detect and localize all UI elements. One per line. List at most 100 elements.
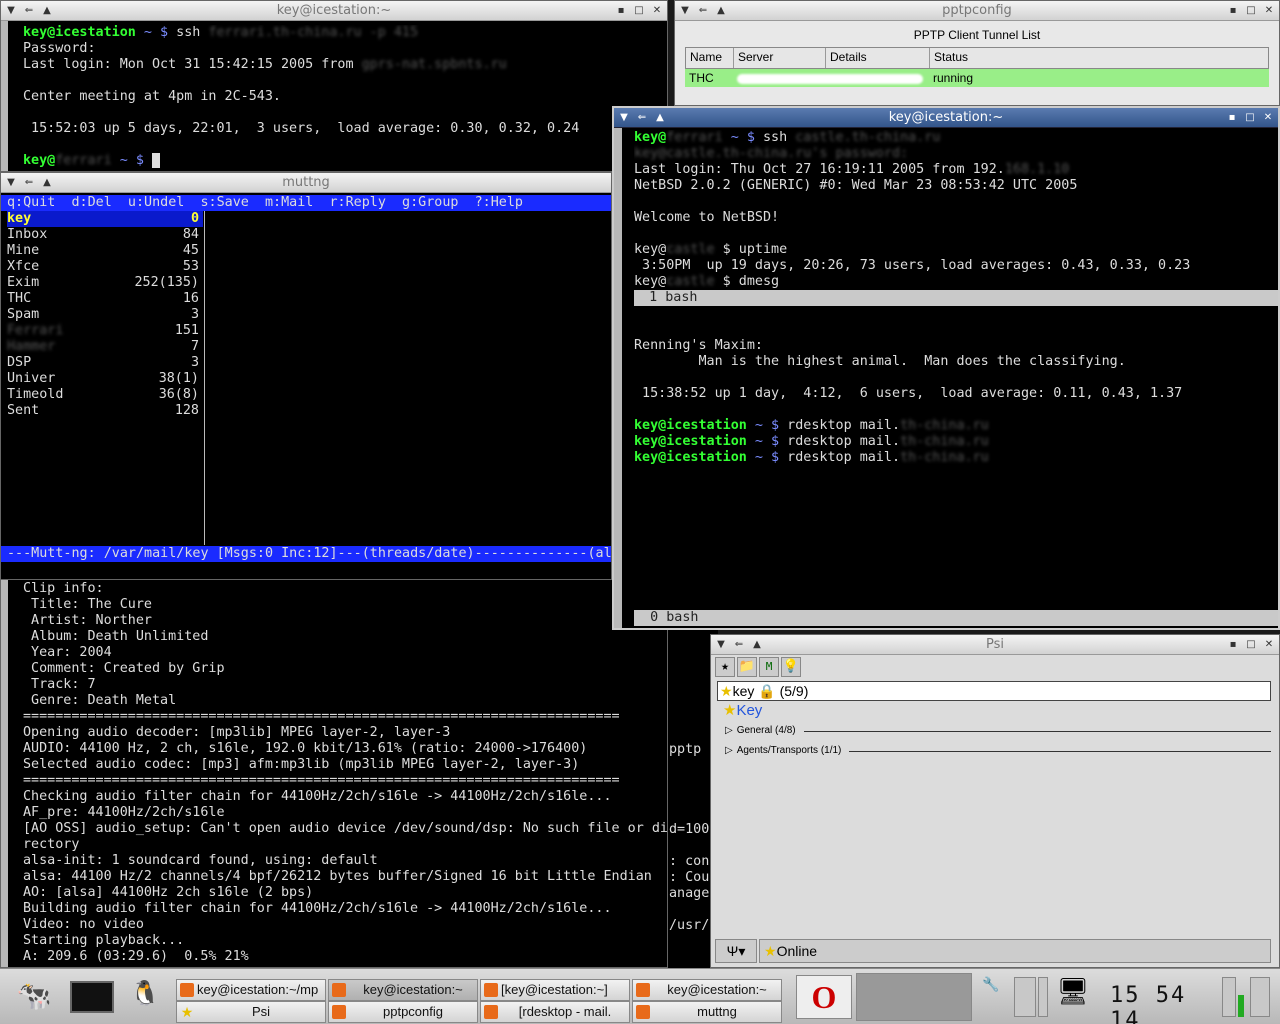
- shade-icon[interactable]: ▲: [749, 637, 765, 652]
- scrollbar[interactable]: [1, 21, 8, 171]
- maximize-icon[interactable]: □: [1243, 3, 1259, 18]
- folder-item[interactable]: Hammer 7: [7, 339, 203, 355]
- close-icon[interactable]: ✕: [1260, 110, 1276, 125]
- terminal-output[interactable]: Clip info: Title: The Cure Artist: North…: [23, 581, 667, 967]
- group-agents[interactable]: ▷ Agents/Transports (1/1): [717, 741, 1271, 761]
- taskbar-label: key@icestation:~/mp: [197, 982, 319, 997]
- folder-item[interactable]: Spam 3: [7, 307, 203, 323]
- folder-item[interactable]: Mine 45: [7, 243, 203, 259]
- settings-icon[interactable]: 🔧: [980, 977, 1002, 1017]
- taskbar-button[interactable]: key@icestation:~: [328, 979, 478, 1001]
- contact-row[interactable]: ★Key: [717, 701, 1271, 721]
- close-icon[interactable]: ✕: [1261, 637, 1277, 652]
- group-general[interactable]: ▷ General (4/8): [717, 721, 1271, 741]
- minimize-icon[interactable]: ▪: [1225, 637, 1241, 652]
- shade-icon[interactable]: ▲: [713, 3, 729, 18]
- folder-name: DSP: [7, 355, 32, 370]
- tips-icon[interactable]: 💡: [781, 657, 801, 677]
- taskbar-button[interactable]: key@icestation:~/mp: [176, 979, 326, 1001]
- folder-item[interactable]: Inbox 84: [7, 227, 203, 243]
- col-details[interactable]: Details: [826, 48, 930, 68]
- close-icon[interactable]: ✕: [1261, 3, 1277, 18]
- account-row[interactable]: ★key 🔒 (5/9): [717, 681, 1271, 701]
- options-icon[interactable]: ★: [715, 657, 735, 677]
- show-desktop-icon[interactable]: [70, 981, 114, 1013]
- pptpconfig-window[interactable]: ▼ ⇐ ▲ pptpconfig ▪ □ ✕ PPTP Client Tunnel Li…: [674, 0, 1280, 106]
- window-menu-icon[interactable]: ▼: [3, 3, 19, 18]
- terminal-output[interactable]: key@icestation ~ $ ssh ferrari.th-china.…: [23, 25, 667, 171]
- taskbar-button[interactable]: key@icestation:~: [632, 979, 782, 1001]
- close-icon[interactable]: ✕: [649, 3, 665, 18]
- window-menu-icon[interactable]: ▼: [677, 3, 693, 18]
- window-menu-icon[interactable]: ▼: [3, 175, 19, 190]
- mail-icon[interactable]: M: [759, 657, 779, 677]
- table-row[interactable]: THC running: [685, 69, 1269, 87]
- folder-item[interactable]: Sent 128: [7, 403, 203, 419]
- psi-window[interactable]: ▼ ⇐ ▲ Psi ▪ □ ✕ ★ 📁 M 💡 ★key 🔒 (5/9) ★Key ▷ G…: [710, 634, 1280, 968]
- titlebar[interactable]: ▼ ⇐ ▲ pptpconfig ▪ □ ✕: [675, 1, 1279, 21]
- muttng-window[interactable]: ▼ ⇐ ▲ muttng q:Quit d:Del u:Undel s:Save m…: [0, 172, 612, 580]
- titlebar[interactable]: ▼ ⇐ ▲ Psi ▪ □ ✕: [711, 635, 1279, 655]
- status-select[interactable]: ★Online: [759, 939, 1271, 963]
- pin-icon[interactable]: ⇐: [731, 637, 747, 652]
- terminal-window-ssh[interactable]: ▼ ⇐ ▲ key@icestation:~ ▪ □ ✕ key@icestation …: [0, 0, 668, 172]
- folder-item[interactable]: DSP 3: [7, 355, 203, 371]
- folder-item[interactable]: Ferrari 151: [7, 323, 203, 339]
- start-menu-icon[interactable]: 🐄: [14, 979, 54, 1015]
- network-icon[interactable]: 🖥: [1056, 977, 1090, 1017]
- menu-button[interactable]: Ψ▾: [715, 939, 757, 963]
- output-text: 15:38:52 up 1 day, 4:12, 6 users, load a…: [634, 386, 1183, 401]
- volume-meter: [1250, 977, 1270, 1017]
- shade-icon[interactable]: ▲: [39, 175, 55, 190]
- titlebar[interactable]: ▼ ⇐ ▲ muttng: [1, 173, 611, 193]
- taskbar-button[interactable]: pptpconfig: [328, 1001, 478, 1023]
- titlebar[interactable]: ▼ ⇐ ▲ key@icestation:~ ▪ □ ✕: [1, 1, 667, 21]
- shade-icon[interactable]: ▲: [39, 3, 55, 18]
- maximize-icon[interactable]: □: [1242, 110, 1258, 125]
- shade-icon[interactable]: ▲: [652, 110, 668, 125]
- command: rdesktop mail.: [779, 450, 901, 465]
- scrollbar[interactable]: [614, 128, 622, 628]
- folder-item[interactable]: Univer 38(1): [7, 371, 203, 387]
- roster[interactable]: ★key 🔒 (5/9) ★Key ▷ General (4/8) ▷ Agents…: [717, 681, 1271, 931]
- folder-item[interactable]: THC 16: [7, 291, 203, 307]
- window-menu-icon[interactable]: ▼: [616, 110, 632, 125]
- pin-icon[interactable]: ⇐: [634, 110, 650, 125]
- taskbar-button[interactable]: ★ Psi: [176, 1001, 326, 1023]
- scrollbar[interactable]: [1, 580, 8, 967]
- col-name[interactable]: Name: [686, 48, 734, 68]
- titlebar[interactable]: ▼ ⇐ ▲ key@icestation:~ ▪ □ ✕: [614, 108, 1278, 128]
- terminal-window-active[interactable]: ▼ ⇐ ▲ key@icestation:~ ▪ □ ✕ key@ferrari ~ $…: [612, 106, 1280, 630]
- minimize-icon[interactable]: ▪: [1225, 3, 1241, 18]
- terminal-line: Year: 2004: [23, 645, 667, 661]
- output-text: AO: [alsa] 44100Hz 2ch s16le (2 bps): [23, 885, 314, 900]
- pin-icon[interactable]: ⇐: [695, 3, 711, 18]
- minimize-icon[interactable]: ▪: [1224, 110, 1240, 125]
- opera-icon[interactable]: O: [796, 975, 852, 1019]
- maximize-icon[interactable]: □: [631, 3, 647, 18]
- add-contact-icon[interactable]: 📁: [737, 657, 757, 677]
- maximize-icon[interactable]: □: [1243, 637, 1259, 652]
- folder-item[interactable]: Xfce 53: [7, 259, 203, 275]
- taskbar-button[interactable]: [key@icestation:~]: [480, 979, 630, 1001]
- terminal-line: key@ferrari ~ $ ssh castle.th-china.ru: [634, 130, 1278, 146]
- pin-icon[interactable]: ⇐: [21, 3, 37, 18]
- prompt-user: key@: [634, 130, 667, 145]
- mplayer-terminal[interactable]: Clip info: Title: The Cure Artist: North…: [0, 580, 668, 968]
- window-menu-icon[interactable]: ▼: [713, 637, 729, 652]
- folder-item[interactable]: key 0: [7, 211, 203, 227]
- folder-item[interactable]: Timeold 36(8): [7, 387, 203, 403]
- folder-item[interactable]: Exim 252(135): [7, 275, 203, 291]
- taskbar-button[interactable]: [rdesktop - mail.: [480, 1001, 630, 1023]
- terminal-output[interactable]: key@ferrari ~ $ ssh castle.th-china.ru ke…: [634, 130, 1278, 628]
- pin-icon[interactable]: ⇐: [21, 175, 37, 190]
- workspace-pager[interactable]: [856, 973, 972, 1021]
- folder-sidebar[interactable]: key 0 Inbox 84 Mine 45 Xfce 53 Exim 252(135) THC 16…: [7, 211, 203, 419]
- penguin-icon[interactable]: 🐧: [128, 979, 162, 1015]
- col-server[interactable]: Server: [734, 48, 826, 68]
- tunnel-table: Name Server Details Status THC running: [685, 47, 1269, 87]
- col-status[interactable]: Status: [930, 48, 1268, 68]
- star-icon: ★: [723, 702, 737, 719]
- minimize-icon[interactable]: ▪: [613, 3, 629, 18]
- taskbar-button[interactable]: muttng: [632, 1001, 782, 1023]
